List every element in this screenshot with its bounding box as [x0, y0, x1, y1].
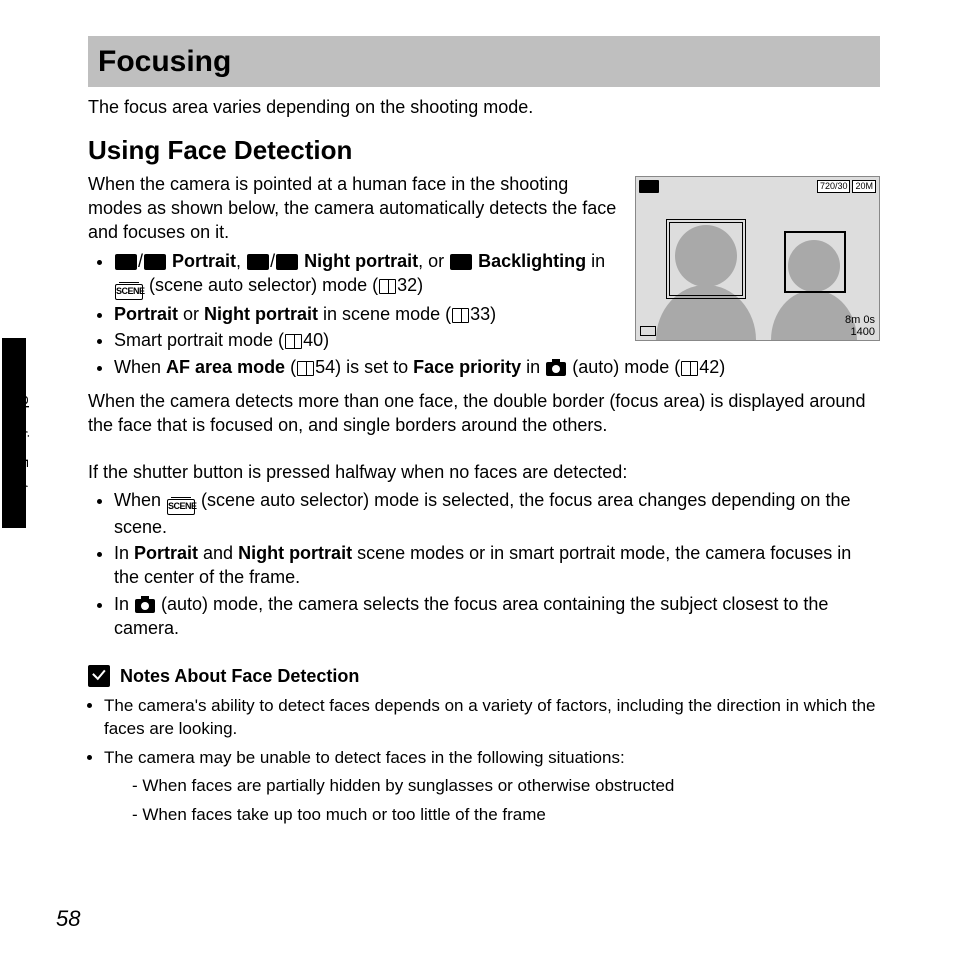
portrait-icon: [115, 254, 137, 270]
sub-list-item: - When faces take up too much or too lit…: [132, 804, 880, 827]
sub-list-item: - When faces are partially hidden by sun…: [132, 775, 880, 798]
mode-indicator-icon: [639, 180, 659, 193]
scene-auto-icon: SCENE: [167, 499, 195, 515]
page-number: 58: [56, 904, 80, 934]
focus-area-double: [666, 219, 746, 299]
notes-list: The camera's ability to detect faces dep…: [88, 695, 880, 828]
portrait-alt-icon: [144, 254, 166, 270]
battery-icon: [640, 326, 656, 336]
note-check-icon: [88, 665, 110, 687]
auto-mode-icon: [135, 599, 155, 613]
list-item: In (auto) mode, the camera selects the f…: [114, 592, 880, 641]
exposure-count: 1400: [845, 326, 875, 338]
section-heading: Using Face Detection: [88, 133, 880, 168]
list-item: When SCENE (scene auto selector) mode is…: [114, 488, 880, 539]
page-ref-icon: [297, 361, 314, 376]
backlighting-icon: [450, 254, 472, 270]
page-ref-icon: [452, 308, 469, 323]
body-paragraph: When the camera detects more than one fa…: [88, 389, 880, 438]
list-item: When AF area mode (54) is set to Face pr…: [114, 355, 880, 379]
face-detection-illustration: 720/30 20M 8m 0s 1400: [635, 176, 880, 341]
scene-auto-icon: SCENE: [115, 284, 143, 300]
page-title: Focusing: [88, 36, 880, 87]
list-item: The camera may be unable to detect faces…: [104, 747, 880, 828]
page-ref-icon: [285, 334, 302, 349]
body-paragraph: If the shutter button is pressed halfway…: [88, 460, 880, 484]
list-item: In Portrait and Night portrait scene mod…: [114, 541, 880, 590]
recording-time: 8m 0s: [845, 314, 875, 326]
page-ref-icon: [681, 361, 698, 376]
night-portrait-icon: [247, 254, 269, 270]
image-size-badge: 20M: [852, 180, 876, 193]
video-quality-badge: 720/30: [817, 180, 851, 193]
notes-heading: Notes About Face Detection: [88, 664, 880, 688]
list-item: The camera's ability to detect faces dep…: [104, 695, 880, 741]
auto-mode-icon: [546, 362, 566, 376]
night-portrait-alt-icon: [276, 254, 298, 270]
chapter-label: Shooting Features: [12, 395, 32, 518]
page-ref-icon: [379, 279, 396, 294]
intro-text: The focus area varies depending on the s…: [88, 95, 880, 119]
page-content: Focusing The focus area varies depending…: [88, 36, 880, 833]
focus-area-single: [784, 231, 846, 293]
fallback-list: When SCENE (scene auto selector) mode is…: [88, 488, 880, 640]
